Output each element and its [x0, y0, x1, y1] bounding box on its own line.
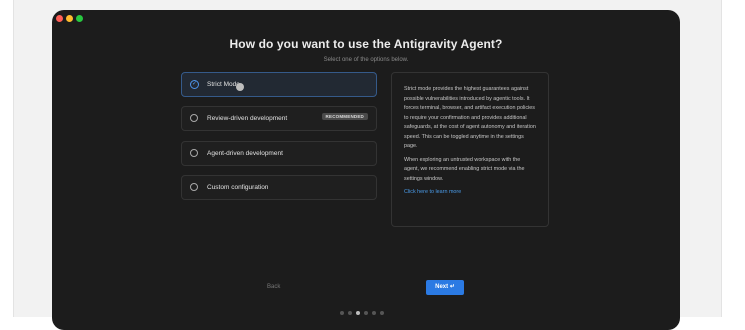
close-window-button[interactable] [56, 15, 63, 22]
learn-more-link[interactable]: Click here to learn more [404, 188, 536, 198]
option-custom-configuration[interactable]: Custom configuration [181, 175, 377, 200]
option-strict-mode[interactable]: ✓ Strict Mode [181, 72, 377, 97]
option-label: Custom configuration [207, 184, 269, 191]
progress-dot [372, 311, 376, 315]
progress-dot [348, 311, 352, 315]
progress-dot [340, 311, 344, 315]
option-description-panel: Strict mode provides the highest guarant… [391, 72, 549, 227]
progress-dot-current [356, 311, 360, 315]
dialog-title: How do you want to use the Antigravity A… [229, 37, 503, 51]
recommended-badge: RECOMMENDED [321, 113, 368, 120]
description-text: When exploring an untrusted workspace wi… [404, 156, 525, 182]
maximize-window-button[interactable] [76, 15, 83, 22]
radio-button[interactable] [190, 183, 198, 191]
minimize-window-button[interactable] [66, 15, 73, 22]
option-review-driven-development[interactable]: Review-driven development RECOMMENDED [181, 106, 377, 131]
mouse-cursor [236, 83, 244, 91]
option-label: Strict Mode [207, 81, 240, 88]
check-circle-icon: ✓ [190, 80, 199, 89]
radio-button[interactable] [190, 149, 198, 157]
option-agent-driven-development[interactable]: Agent-driven development [181, 141, 377, 166]
window-controls [56, 15, 83, 22]
back-button[interactable]: Back [267, 284, 280, 290]
option-label: Review-driven development [207, 115, 288, 122]
dialog-subtitle: Select one of the options below. [323, 57, 409, 63]
progress-dots [340, 311, 384, 315]
progress-dot [380, 311, 384, 315]
next-button[interactable]: Next ↵ [426, 280, 464, 295]
option-label: Agent-driven development [207, 150, 283, 157]
progress-dot [364, 311, 368, 315]
description-text: Strict mode provides the highest guarant… [404, 86, 536, 149]
radio-button[interactable] [190, 114, 198, 122]
onboarding-window: How do you want to use the Antigravity A… [52, 10, 680, 330]
